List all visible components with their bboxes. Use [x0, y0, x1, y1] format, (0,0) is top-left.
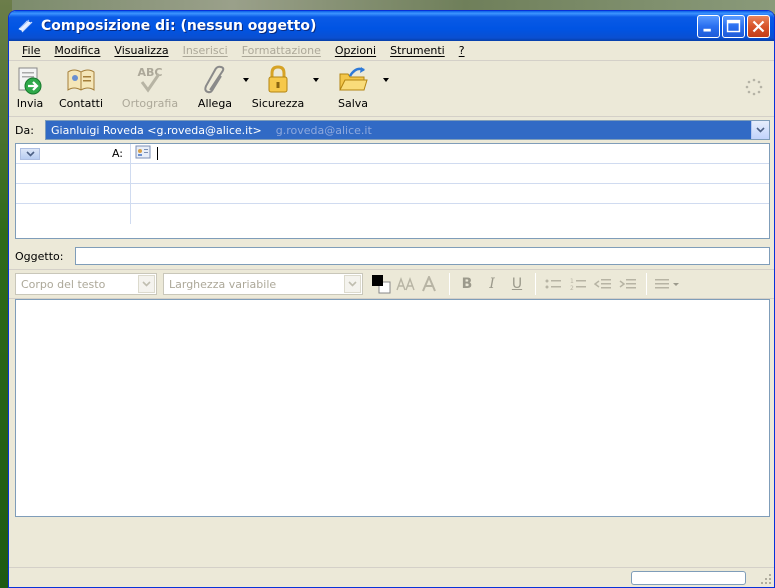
- main-toolbar: Invia Contatti ABC Ortografia Allega Sic…: [9, 61, 774, 117]
- save-button[interactable]: Salva: [325, 64, 389, 110]
- spelling-button[interactable]: ABC Ortografia: [115, 64, 185, 110]
- toolbar-separator: [646, 273, 647, 295]
- from-label: Da:: [15, 123, 34, 137]
- folder-save-icon: [336, 64, 370, 96]
- chevron-down-icon[interactable]: [751, 121, 769, 139]
- subject-label: Oggetto:: [15, 249, 64, 263]
- security-button[interactable]: Sicurezza: [245, 64, 319, 110]
- recipient-row-empty[interactable]: [16, 184, 769, 204]
- message-body-editor[interactable]: [15, 299, 770, 517]
- from-select[interactable]: Gianluigi Roveda <g.roveda@alice.it> g.r…: [45, 120, 770, 140]
- paperclip-icon: [198, 64, 232, 96]
- recipient-type-value: A:: [111, 147, 123, 160]
- recipient-row-empty[interactable]: [16, 164, 769, 184]
- contacts-label: Contatti: [58, 97, 104, 110]
- menu-help[interactable]: ?: [452, 44, 472, 57]
- chevron-down-icon[interactable]: [344, 275, 361, 293]
- recipient-row-empty[interactable]: [16, 204, 769, 224]
- menu-visualizza[interactable]: Visualizza: [107, 44, 175, 57]
- address-book-card-icon: [135, 145, 151, 162]
- font-select[interactable]: Larghezza variabile: [163, 273, 363, 295]
- status-progress-panel: [631, 571, 746, 585]
- send-icon: [13, 64, 47, 96]
- attach-label: Allega: [197, 97, 233, 110]
- underline-icon[interactable]: U: [505, 273, 529, 295]
- subject-row: Oggetto:: [9, 243, 774, 269]
- title-bar[interactable]: Composizione di: (nessun oggetto): [9, 11, 774, 41]
- chevron-down-icon[interactable]: [20, 147, 40, 160]
- svg-text:2: 2: [570, 285, 574, 291]
- maximize-button[interactable]: [722, 14, 745, 38]
- bold-icon[interactable]: B: [455, 273, 479, 295]
- activity-throbber-icon: [744, 77, 764, 97]
- send-label: Invia: [16, 97, 44, 110]
- compose-window: Composizione di: (nessun oggetto) File M…: [8, 10, 775, 588]
- recipient-input[interactable]: [131, 144, 769, 163]
- save-label: Salva: [337, 97, 369, 110]
- paragraph-style-value: Corpo del testo: [21, 277, 106, 291]
- save-dropdown-icon[interactable]: [383, 78, 389, 82]
- send-button[interactable]: Invia: [13, 64, 47, 110]
- spelling-icon: ABC: [133, 64, 167, 96]
- bullet-list-icon[interactable]: [541, 273, 565, 295]
- menu-opzioni[interactable]: Opzioni: [328, 44, 383, 57]
- menu-modifica[interactable]: Modifica: [47, 44, 107, 57]
- recipient-type-select[interactable]: A:: [16, 144, 131, 163]
- toolbar-separator: [535, 273, 536, 295]
- format-toolbar: Corpo del testo Larghezza variabile B I: [9, 269, 774, 299]
- contacts-icon: [64, 64, 98, 96]
- resize-grip-icon[interactable]: [760, 573, 772, 585]
- svg-text:1: 1: [570, 278, 574, 285]
- recipients-grid: A:: [15, 143, 770, 239]
- contacts-button[interactable]: Contatti: [51, 64, 111, 110]
- security-dropdown-icon[interactable]: [313, 78, 319, 82]
- text-color-icon[interactable]: [369, 273, 393, 295]
- menu-bar: File Modifica Visualizza Inserisci Forma…: [9, 41, 774, 61]
- numbered-list-icon[interactable]: 12: [566, 273, 590, 295]
- menu-inserisci[interactable]: Inserisci: [176, 44, 235, 57]
- font-smaller-icon[interactable]: [394, 273, 418, 295]
- paragraph-style-select[interactable]: Corpo del testo: [15, 273, 157, 295]
- attach-button[interactable]: Allega: [189, 64, 249, 110]
- status-bar: [9, 567, 774, 587]
- close-button[interactable]: [747, 14, 770, 38]
- chevron-down-icon[interactable]: [138, 275, 155, 293]
- window-title: Composizione di: (nessun oggetto): [41, 18, 317, 34]
- lock-icon: [261, 64, 295, 96]
- minimize-button[interactable]: [697, 14, 720, 38]
- menu-file[interactable]: File: [15, 44, 47, 57]
- compose-app-icon: [17, 17, 35, 35]
- from-row: Da: Gianluigi Roveda <g.roveda@alice.it>…: [9, 117, 774, 143]
- subject-input[interactable]: [75, 247, 770, 265]
- from-ghost-text: g.roveda@alice.it: [275, 123, 372, 137]
- security-label: Sicurezza: [251, 97, 305, 110]
- italic-icon[interactable]: I: [480, 273, 504, 295]
- outdent-icon[interactable]: [591, 273, 615, 295]
- font-value: Larghezza variabile: [169, 277, 277, 291]
- spelling-label: Ortografia: [121, 97, 179, 110]
- toolbar-separator: [449, 273, 450, 295]
- recipient-row: A:: [16, 144, 769, 164]
- align-menu-icon[interactable]: [652, 273, 682, 295]
- indent-icon[interactable]: [616, 273, 640, 295]
- text-caret: [157, 147, 158, 160]
- menu-strumenti[interactable]: Strumenti: [383, 44, 452, 57]
- from-value: Gianluigi Roveda <g.roveda@alice.it>: [51, 123, 262, 137]
- font-larger-icon[interactable]: [419, 273, 443, 295]
- menu-formattazione[interactable]: Formattazione: [235, 44, 328, 57]
- spelling-icon-text: ABC: [138, 66, 163, 79]
